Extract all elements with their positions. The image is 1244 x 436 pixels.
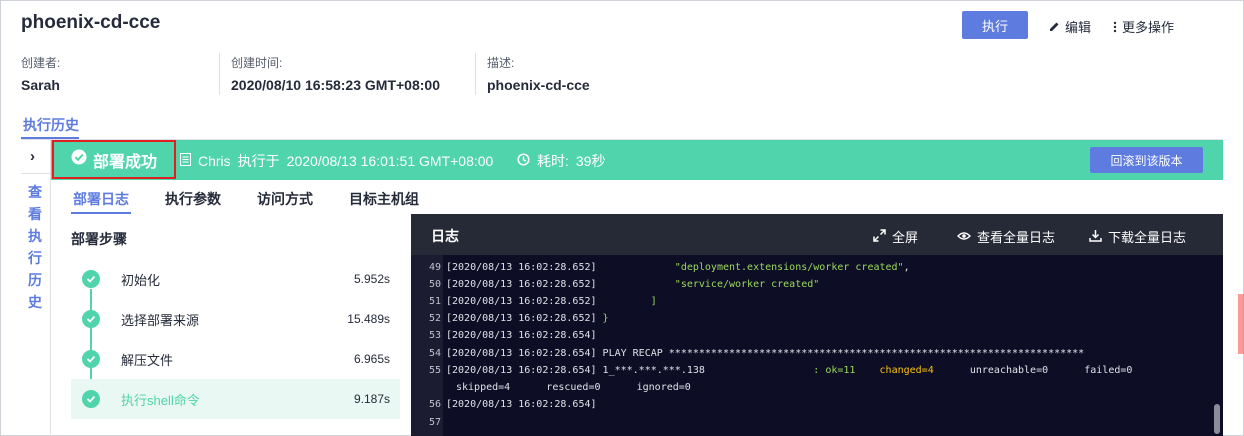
view-history-link[interactable]: 查看执行历史 xyxy=(27,181,43,313)
execution-info: Chris 执行于 2020/08/13 16:01:51 GMT+08:00 xyxy=(180,151,493,171)
log-scrollbar[interactable] xyxy=(1214,404,1220,434)
tab-execution-history[interactable]: 执行历史 xyxy=(23,115,79,135)
download-full-log-label: 下载全量日志 xyxy=(1108,230,1187,245)
check-icon xyxy=(82,350,100,368)
fullscreen-button[interactable]: 全屏 xyxy=(873,227,918,246)
step-duration: 9.187s xyxy=(353,392,390,406)
step-item[interactable]: 初始化 5.952s xyxy=(71,259,400,299)
deploy-status-label: 部署成功 xyxy=(93,153,158,171)
side-feedback-tab[interactable] xyxy=(1238,294,1244,354)
check-icon xyxy=(82,310,100,328)
tab-access-method[interactable]: 访问方式 xyxy=(257,189,313,209)
log-line: 50 [2020/08/13 16:02:28.652] "service/wor… xyxy=(428,279,820,290)
step-name: 执行shell命令 xyxy=(121,392,200,408)
log-line: 57 xyxy=(428,417,441,428)
steps-title: 部署步骤 xyxy=(71,231,127,247)
log-line: 49 [2020/08/13 16:02:28.652] "deployment.… xyxy=(428,262,910,273)
created-time-value: 2020/08/10 16:58:23 GMT+08:00 xyxy=(231,77,440,93)
meta-divider xyxy=(475,53,476,95)
executed-at-label: 执行于 xyxy=(237,153,280,169)
log-line: 52 [2020/08/13 16:02:28.652] } xyxy=(428,313,609,324)
check-icon xyxy=(82,390,100,408)
step-item-active[interactable]: 执行shell命令 9.187s xyxy=(71,379,400,419)
run-button[interactable]: 执行 xyxy=(962,11,1028,39)
document-icon xyxy=(180,153,191,169)
download-full-log-button[interactable]: 下载全量日志 xyxy=(1089,227,1186,246)
rollback-button[interactable]: 回滚到该版本 xyxy=(1090,147,1203,173)
check-circle-icon xyxy=(71,149,87,170)
description-value: phoenix-cd-cce xyxy=(487,77,590,93)
duration-info: 耗时: 39秒 xyxy=(517,151,605,171)
log-title: 日志 xyxy=(431,228,459,244)
executed-at-value: 2020/08/13 16:01:51 GMT+08:00 xyxy=(286,153,494,169)
meta-divider xyxy=(219,53,220,95)
created-time-label: 创建时间: xyxy=(231,56,283,70)
more-actions-button[interactable]: 更多操作 xyxy=(1113,17,1174,36)
view-full-log-button[interactable]: 查看全量日志 xyxy=(957,227,1055,246)
history-clock-icon xyxy=(517,153,530,169)
step-duration: 5.952s xyxy=(353,272,390,286)
log-line: 56 [2020/08/13 16:02:28.654] xyxy=(428,399,597,410)
pencil-icon xyxy=(1049,21,1060,32)
expand-icon xyxy=(873,228,886,245)
creator-label: 创建者: xyxy=(21,56,61,70)
check-icon xyxy=(82,270,100,288)
description-label: 描述: xyxy=(487,56,515,70)
pipeline-title: phoenix-cd-cce xyxy=(21,12,161,33)
more-vertical-icon xyxy=(1113,21,1117,33)
tab-deploy-log[interactable]: 部署日志 xyxy=(73,189,129,209)
deploy-status: 部署成功 xyxy=(52,140,176,179)
tab-exec-params[interactable]: 执行参数 xyxy=(165,189,221,209)
step-duration: 6.965s xyxy=(353,352,390,366)
log-line: 53 [2020/08/13 16:02:28.654] xyxy=(428,330,597,341)
step-name: 选择部署来源 xyxy=(121,312,200,328)
step-duration: 15.489s xyxy=(347,312,390,326)
edit-button[interactable]: 编辑 xyxy=(1049,17,1091,36)
duration-label: 耗时: xyxy=(537,153,569,169)
step-name: 初始化 xyxy=(121,272,161,288)
download-icon xyxy=(1089,229,1102,245)
step-item[interactable]: 解压文件 6.965s xyxy=(71,339,400,379)
creator-value: Sarah xyxy=(21,77,60,93)
rail-divider xyxy=(21,173,51,174)
edit-label: 编辑 xyxy=(1065,20,1092,35)
view-full-log-label: 查看全量日志 xyxy=(977,230,1056,245)
eye-icon xyxy=(957,229,971,244)
duration-value: 39秒 xyxy=(575,153,606,169)
fullscreen-label: 全屏 xyxy=(892,230,919,245)
log-line-continuation: skipped=4 rescued=0 ignored=0 xyxy=(456,382,691,393)
subtab-active-indicator xyxy=(71,212,131,214)
expand-chevron-icon[interactable]: › xyxy=(30,148,35,165)
step-item[interactable]: 选择部署来源 15.489s xyxy=(71,299,400,339)
log-line: 54 [2020/08/13 16:02:28.654] PLAY RECAP *… xyxy=(428,348,1085,359)
tab-target-host-group[interactable]: 目标主机组 xyxy=(349,189,419,209)
log-line: 51 [2020/08/13 16:02:28.652] ] xyxy=(428,296,657,307)
executor-name: Chris xyxy=(198,153,231,169)
more-actions-label: 更多操作 xyxy=(1122,20,1175,35)
log-line-recap: 55 [2020/08/13 16:02:28.654] 1_***.***.**… xyxy=(428,365,1133,376)
step-name: 解压文件 xyxy=(121,352,174,368)
